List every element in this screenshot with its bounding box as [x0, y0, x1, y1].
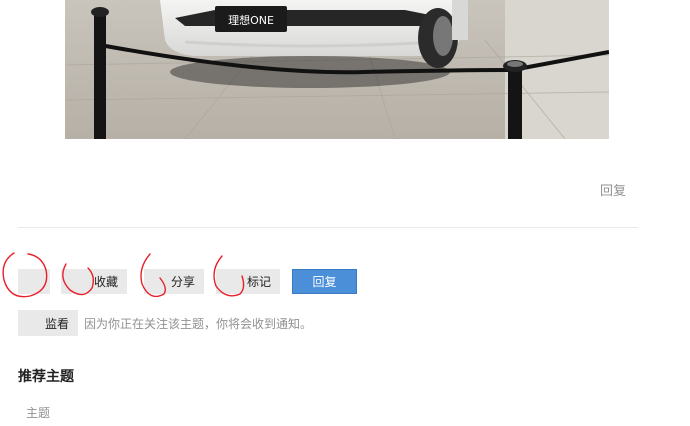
share-button[interactable]: 分享 — [144, 269, 204, 294]
flag-button[interactable]: 标记 — [216, 269, 280, 294]
notification-reason: 因为你正在关注该主题，你将会收到通知。 — [84, 317, 313, 331]
post-divider — [18, 227, 638, 228]
flag-label: 标记 — [246, 275, 271, 289]
reply-button[interactable]: 回复 — [292, 269, 357, 294]
suggested-topics-title: 推荐主题 — [18, 369, 74, 385]
notification-level-button[interactable]: 监看 — [18, 310, 78, 336]
reply-label: 回复 — [312, 275, 337, 289]
bookmark-button[interactable]: 收藏 — [61, 269, 127, 294]
car-photo-graphic: 理想ONE — [65, 0, 609, 139]
plate-text: 理想ONE — [228, 13, 274, 27]
watch-label: 监看 — [44, 316, 69, 331]
bookmark-label: 收藏 — [93, 275, 118, 289]
post-reply-link[interactable]: 回复 — [600, 180, 626, 199]
topic-column-header[interactable]: 主题 — [26, 404, 50, 421]
share-label: 分享 — [170, 275, 195, 289]
post-image[interactable]: 理想ONE — [65, 0, 609, 139]
more-actions-button[interactable] — [18, 269, 50, 294]
